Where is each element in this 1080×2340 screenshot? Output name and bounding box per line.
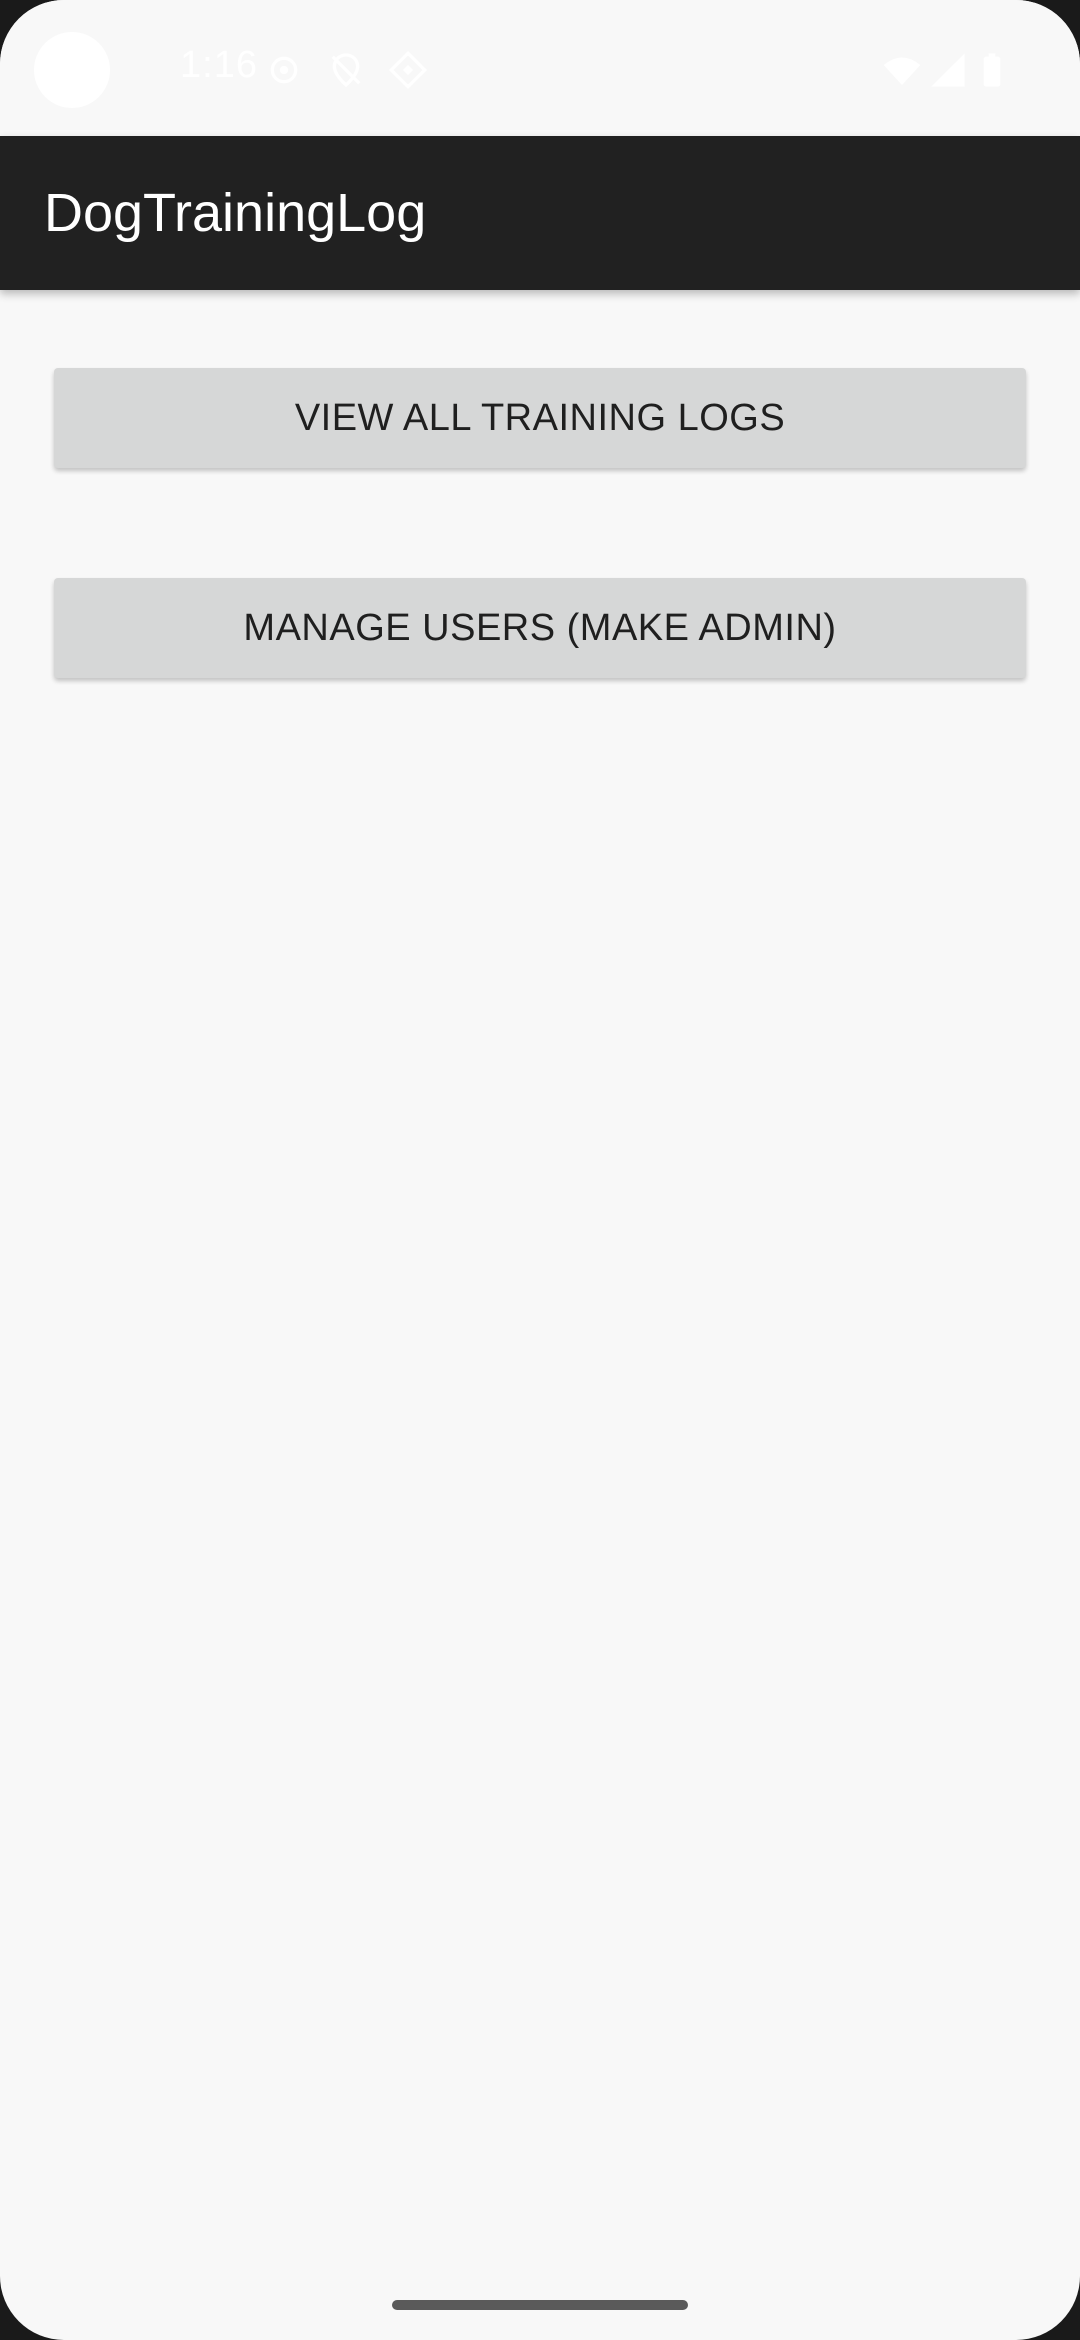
phone-screen: 1:16 DogTrainingLog VIEW ALL TRAINING LO… [0, 0, 1080, 2340]
app-bar: DogTrainingLog [0, 136, 1080, 290]
manage-users-button[interactable]: MANAGE USERS (MAKE ADMIN) [54, 578, 1026, 678]
wifi-icon [882, 50, 922, 90]
signal-icon [928, 50, 968, 90]
battery-icon [972, 50, 1012, 90]
vpn-diamond-icon [388, 50, 428, 90]
settings-icon [264, 50, 304, 90]
location-off-icon [326, 50, 366, 90]
status-bar: 1:16 [0, 0, 1080, 136]
camera-cutout [34, 32, 110, 108]
status-time: 1:16 [180, 44, 258, 86]
view-all-training-logs-button[interactable]: VIEW ALL TRAINING LOGS [54, 368, 1026, 468]
app-title: DogTrainingLog [44, 183, 427, 243]
gesture-nav-handle[interactable] [392, 2300, 688, 2310]
